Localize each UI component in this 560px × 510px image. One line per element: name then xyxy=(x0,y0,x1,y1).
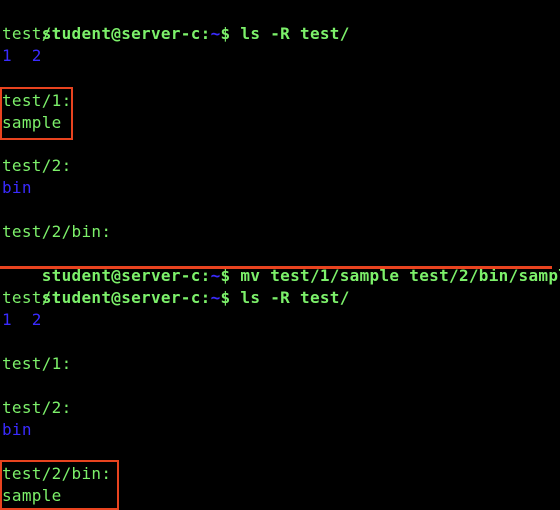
dir-heading: test/2: xyxy=(2,156,72,175)
dir-heading: test/: xyxy=(2,24,62,43)
dir-heading: test/: xyxy=(2,288,62,307)
terminal-window[interactable]: student@server-c:~$ ls -R test/ test/: 1… xyxy=(0,0,560,510)
prompt-cwd: ~ xyxy=(210,288,221,307)
command-text: ls -R test/ xyxy=(230,24,350,43)
dir-heading: test/1: xyxy=(2,354,72,373)
prompt-user-host: student@server-c xyxy=(41,24,201,43)
prompt-line-1: student@server-c:~$ ls -R test/ xyxy=(2,1,350,43)
dir-listing: 1 2 xyxy=(2,46,42,65)
prompt-colon: : xyxy=(200,24,211,43)
prompt-cwd: ~ xyxy=(210,24,221,43)
command-text: ls -R test/ xyxy=(230,288,350,307)
highlight-underline-mv-command xyxy=(0,266,552,269)
prompt-symbol: $ xyxy=(220,288,231,307)
prompt-line-2: student@server-c:~$ mv test/1/sample tes… xyxy=(2,243,560,285)
highlight-box-after xyxy=(0,460,119,510)
dir-heading: test/2/bin: xyxy=(2,222,112,241)
prompt-symbol: $ xyxy=(220,24,231,43)
dir-listing: 1 2 xyxy=(2,310,42,329)
dir-heading: test/2: xyxy=(2,398,72,417)
prompt-user-host: student@server-c xyxy=(41,288,201,307)
prompt-colon: : xyxy=(200,288,211,307)
dir-listing: bin xyxy=(2,420,32,439)
highlight-box-before xyxy=(0,87,73,140)
dir-listing: bin xyxy=(2,178,32,197)
